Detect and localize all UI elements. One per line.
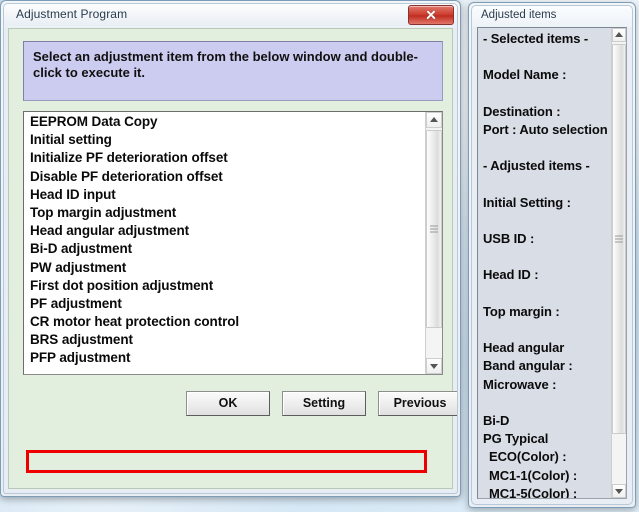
list-item[interactable] — [24, 368, 425, 374]
adjusted-items-list: - Selected items - Model Name : Destinatio… — [478, 30, 611, 498]
previous-button[interactable]: Previous — [378, 391, 457, 416]
panel-list-item — [478, 48, 611, 66]
panel-list-item — [478, 394, 611, 412]
panel-frame: Adjusted items - Selected items - Model N… — [471, 5, 633, 505]
panel-list-item — [478, 139, 611, 157]
dialog-client-area: Select an adjustment item from the below… — [8, 28, 457, 489]
instruction-text: Select an adjustment item from the below… — [23, 41, 443, 101]
adjustment-program-window: Adjustment Program Select an adjustment … — [0, 0, 461, 497]
panel-list-item: - Adjusted items - — [483, 158, 590, 174]
list-item[interactable]: Head ID input — [24, 186, 425, 204]
adjustment-item-list[interactable]: EEPROM Data Copy Initial setting Initializ… — [24, 113, 425, 374]
panel-list-item — [478, 85, 611, 103]
window-frame: Adjustment Program Select an adjustment … — [3, 3, 458, 494]
panel-list-item: Bi-D — [483, 412, 510, 428]
list-item[interactable]: BRS adjustment — [24, 331, 425, 349]
dialog-button-row: OK Setting Previous — [9, 391, 457, 421]
panel-list-item: Model Name : — [483, 67, 567, 83]
window-title: Adjustment Program — [16, 7, 128, 21]
scroll-thumb-grip — [430, 225, 438, 233]
panel-list-item — [478, 248, 611, 266]
panel-list-item: - Selected items - — [483, 31, 589, 46]
triangle-up-icon — [615, 32, 623, 37]
panel-title: Adjusted items — [481, 9, 557, 21]
list-item[interactable]: Bi-D adjustment — [24, 240, 425, 258]
list-item[interactable]: Disable PF deterioration offset — [24, 168, 425, 186]
panel-scroll-up-button[interactable] — [612, 28, 626, 42]
panel-scroll-thumb[interactable] — [612, 44, 626, 434]
panel-list-item: ECO(Color) : — [489, 449, 567, 465]
panel-list-item: Head angular — [483, 340, 565, 356]
list-item[interactable]: Initialize PF deterioration offset — [24, 149, 425, 167]
scroll-thumb[interactable] — [426, 130, 442, 328]
ok-button[interactable]: OK — [186, 391, 270, 416]
setting-button[interactable]: Setting — [282, 391, 366, 416]
list-item[interactable]: First dot position adjustment — [24, 277, 425, 295]
panel-list-item: Port : Auto selection — [483, 121, 608, 137]
panel-list-item — [478, 321, 611, 339]
panel-list-item: Top margin : — [483, 303, 560, 319]
scroll-down-button[interactable] — [426, 358, 442, 374]
panel-list-item: MC1-5(Color) : — [489, 485, 578, 498]
titlebar[interactable]: Adjustment Program — [4, 4, 457, 26]
triangle-up-icon — [430, 117, 438, 122]
list-item[interactable]: Top margin adjustment — [24, 204, 425, 222]
panel-list-item: Head ID : — [483, 267, 539, 283]
adjusted-items-listbox[interactable]: - Selected items - Model Name : Destinatio… — [477, 27, 627, 499]
panel-list-item: PG Typical — [483, 431, 549, 447]
adjusted-items-window: Adjusted items - Selected items - Model N… — [468, 2, 636, 508]
list-item[interactable]: EEPROM Data Copy — [24, 113, 425, 131]
list-item[interactable]: PFP adjustment — [24, 349, 425, 367]
panel-list-item — [478, 285, 611, 303]
list-item[interactable]: Initial setting — [24, 131, 425, 149]
panel-list-item: MC1-1(Color) : — [489, 467, 578, 483]
panel-list-item: Initial Setting : — [483, 194, 571, 210]
list-item[interactable]: PF adjustment — [24, 295, 425, 313]
selected-item-highlight — [26, 450, 427, 473]
panel-list-item — [478, 176, 611, 194]
panel-list-item: Band angular : — [483, 358, 573, 374]
panel-list-item: Microwave : — [483, 376, 557, 392]
scroll-up-button[interactable] — [426, 112, 442, 128]
scroll-thumb-grip — [615, 235, 623, 243]
adjustment-item-listbox[interactable]: EEPROM Data Copy Initial setting Initializ… — [23, 111, 443, 375]
close-icon[interactable] — [408, 5, 454, 25]
panel-scroll-down-button[interactable] — [612, 484, 626, 498]
panel-list-item: Destination : — [483, 103, 561, 119]
triangle-down-icon — [430, 364, 438, 369]
list-item[interactable]: Head angular adjustment — [24, 222, 425, 240]
triangle-down-icon — [615, 489, 623, 494]
list-item[interactable]: PW adjustment — [24, 259, 425, 277]
panel-list-item: USB ID : — [483, 231, 535, 247]
panel-scrollbar[interactable] — [611, 28, 626, 498]
list-scrollbar[interactable] — [425, 112, 442, 374]
panel-list-item — [478, 212, 611, 230]
list-item[interactable]: CR motor heat protection control — [24, 313, 425, 331]
